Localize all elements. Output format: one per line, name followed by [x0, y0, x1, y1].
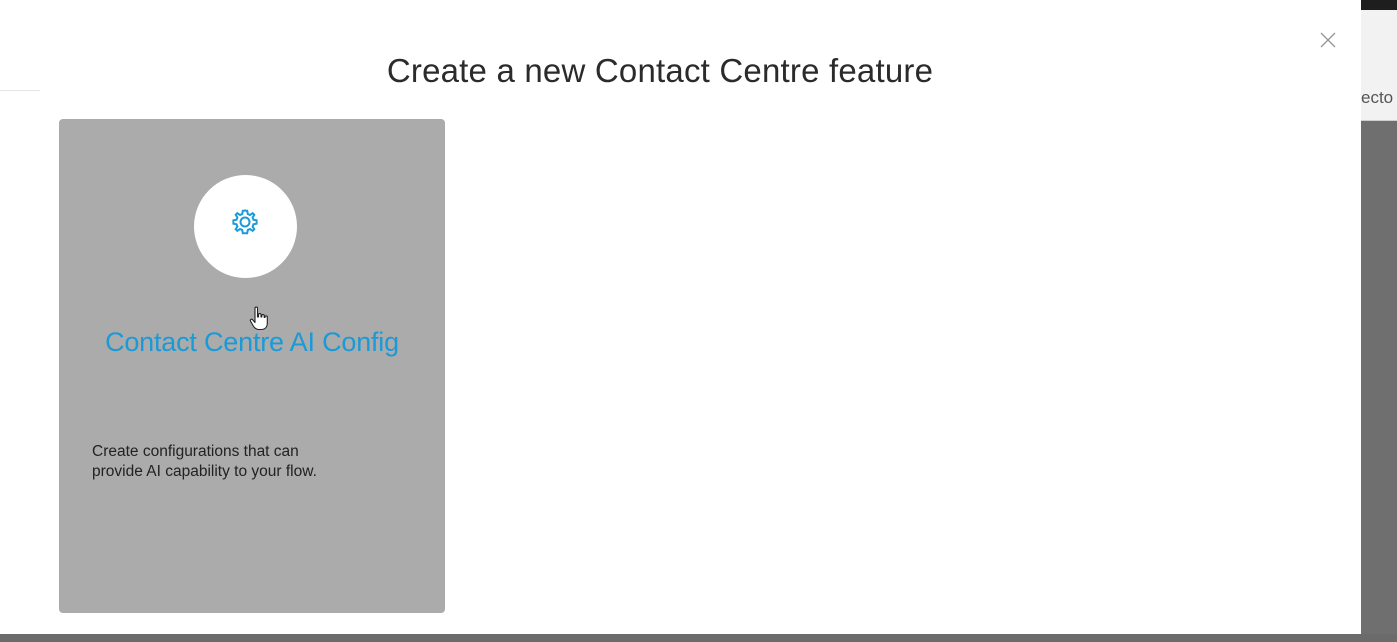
feature-card-description-line: provide AI capability to your flow. [92, 463, 317, 480]
feature-card-title: Contact Centre AI Config [105, 327, 399, 357]
gear-icon [232, 209, 258, 235]
modal-title: Create a new Contact Centre feature [386, 52, 934, 89]
screen: ecto Create a new Contact Centre feature [0, 0, 1397, 642]
feature-card-contact-centre-ai-config[interactable]: Contact Centre AI Config Create configur… [59, 119, 445, 613]
background-bottom-bar [0, 634, 1397, 642]
close-button[interactable] [1316, 28, 1340, 52]
background-top-bar [1361, 0, 1397, 10]
divider [0, 90, 40, 91]
feature-card-description: Create configurations that can provide A… [92, 442, 392, 482]
background-partial-text: ecto [1361, 88, 1394, 107]
background-header: ecto [1361, 10, 1397, 121]
feature-card-description-line: Create configurations that can [92, 443, 299, 460]
feature-icon-circle [194, 175, 297, 278]
close-icon [1320, 32, 1336, 48]
create-feature-modal: Create a new Contact Centre feature Cont… [0, 0, 1361, 634]
